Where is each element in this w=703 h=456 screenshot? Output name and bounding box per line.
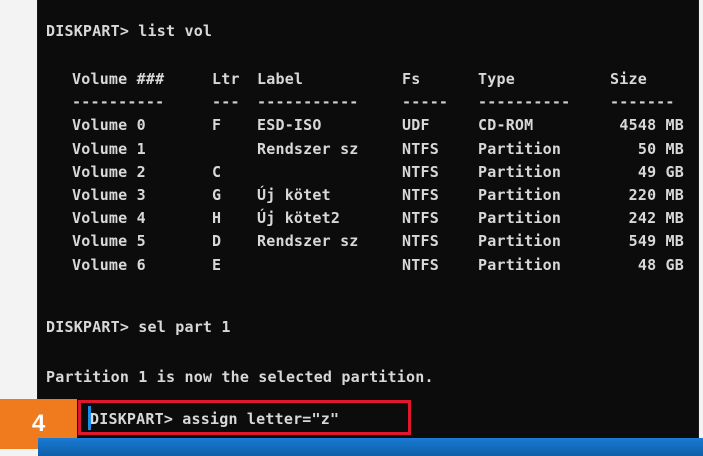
separator: ------- — [610, 93, 675, 112]
cell-ltr: F — [212, 116, 222, 135]
cell-volume: Volume 6 — [72, 255, 146, 274]
cell-fs: NTFS — [402, 232, 439, 251]
cell-size: 220 MB — [628, 185, 684, 204]
table-row: Volume 6 E NTFS Partition 48 GB — [72, 255, 684, 279]
cell-volume: Volume 4 — [72, 209, 146, 228]
header-ltr: Ltr — [212, 70, 240, 88]
separator: ---------- — [478, 93, 571, 112]
cell-type: Partition — [478, 209, 562, 228]
volume-table: Volume ### Ltr Label Fs Type Size ------… — [72, 70, 684, 279]
cell-fs: NTFS — [402, 139, 439, 158]
cell-volume: Volume 0 — [72, 116, 146, 135]
command-sel-part: DISKPART> sel part 1 — [46, 318, 231, 336]
header-size: Size — [610, 70, 647, 88]
cell-volume: Volume 3 — [72, 185, 146, 204]
table-row: Volume 2 C NTFS Partition 49 GB — [72, 162, 684, 186]
cell-size: 49 GB — [637, 162, 684, 181]
cell-fs: NTFS — [402, 185, 439, 204]
cell-type: Partition — [478, 185, 562, 204]
header-fs: Fs — [402, 70, 421, 88]
cell-size: 242 MB — [628, 209, 684, 228]
cell-label: Rendszer sz — [257, 139, 359, 158]
cell-size: 48 GB — [637, 255, 684, 274]
cell-ltr: E — [212, 255, 222, 274]
separator: ---------- — [72, 93, 165, 112]
command-highlight-box — [78, 400, 411, 435]
table-row: Volume 3 G Új kötet NTFS Partition 220 M… — [72, 185, 684, 209]
taskbar-strip — [38, 438, 703, 456]
cell-type: CD-ROM — [478, 116, 534, 135]
cell-ltr: D — [212, 232, 222, 251]
screenshot-frame: DISKPART> list vol Volume ### Ltr Label … — [0, 0, 703, 456]
table-row: Volume 1 Rendszer sz NTFS Partition 50 M… — [72, 139, 684, 163]
table-row: Volume 0 F ESD-ISO UDF CD-ROM 4548 MB — [72, 116, 684, 139]
cell-ltr: C — [212, 162, 222, 181]
separator: ----- — [402, 93, 449, 112]
cell-fs: NTFS — [402, 209, 439, 228]
cell-size: 4548 MB — [619, 116, 684, 135]
cell-type: Partition — [478, 255, 562, 274]
cell-volume: Volume 1 — [72, 139, 146, 158]
cell-label: Rendszer sz — [257, 232, 359, 251]
diskpart-console[interactable]: DISKPART> list vol Volume ### Ltr Label … — [38, 0, 698, 438]
cell-size: 549 MB — [628, 232, 684, 251]
separator: ----------- — [257, 93, 359, 112]
table-separator-row: ---------- --- ----------- ----- -------… — [72, 93, 674, 116]
header-type: Type — [478, 70, 515, 88]
table-row: Volume 4 H Új kötet2 NTFS Partition 242 … — [72, 209, 684, 232]
cell-type: Partition — [478, 162, 562, 181]
cell-fs: UDF — [402, 116, 430, 135]
cell-fs: NTFS — [402, 255, 439, 274]
separator: --- — [212, 93, 240, 112]
cell-label: Új kötet2 — [257, 209, 341, 228]
table-header-row: Volume ### Ltr Label Fs Type Size — [72, 70, 647, 93]
cell-size: 50 MB — [637, 139, 684, 158]
step-number: 4 — [31, 410, 46, 437]
cell-ltr: G — [212, 185, 222, 204]
cell-ltr: H — [212, 209, 222, 228]
header-volume: Volume ### — [72, 70, 165, 88]
cell-fs: NTFS — [402, 162, 439, 181]
command-list-vol: DISKPART> list vol — [46, 22, 213, 40]
table-row: Volume 5 D Rendszer sz NTFS Partition 54… — [72, 232, 684, 255]
cell-label: ESD-ISO — [257, 116, 322, 135]
cell-type: Partition — [478, 139, 562, 158]
selected-partition-message: Partition 1 is now the selected partitio… — [46, 368, 434, 386]
cell-volume: Volume 2 — [72, 162, 146, 181]
cell-volume: Volume 5 — [72, 232, 146, 251]
cell-type: Partition — [478, 232, 562, 251]
header-label: Label — [257, 70, 304, 88]
cell-label: Új kötet — [257, 185, 331, 204]
